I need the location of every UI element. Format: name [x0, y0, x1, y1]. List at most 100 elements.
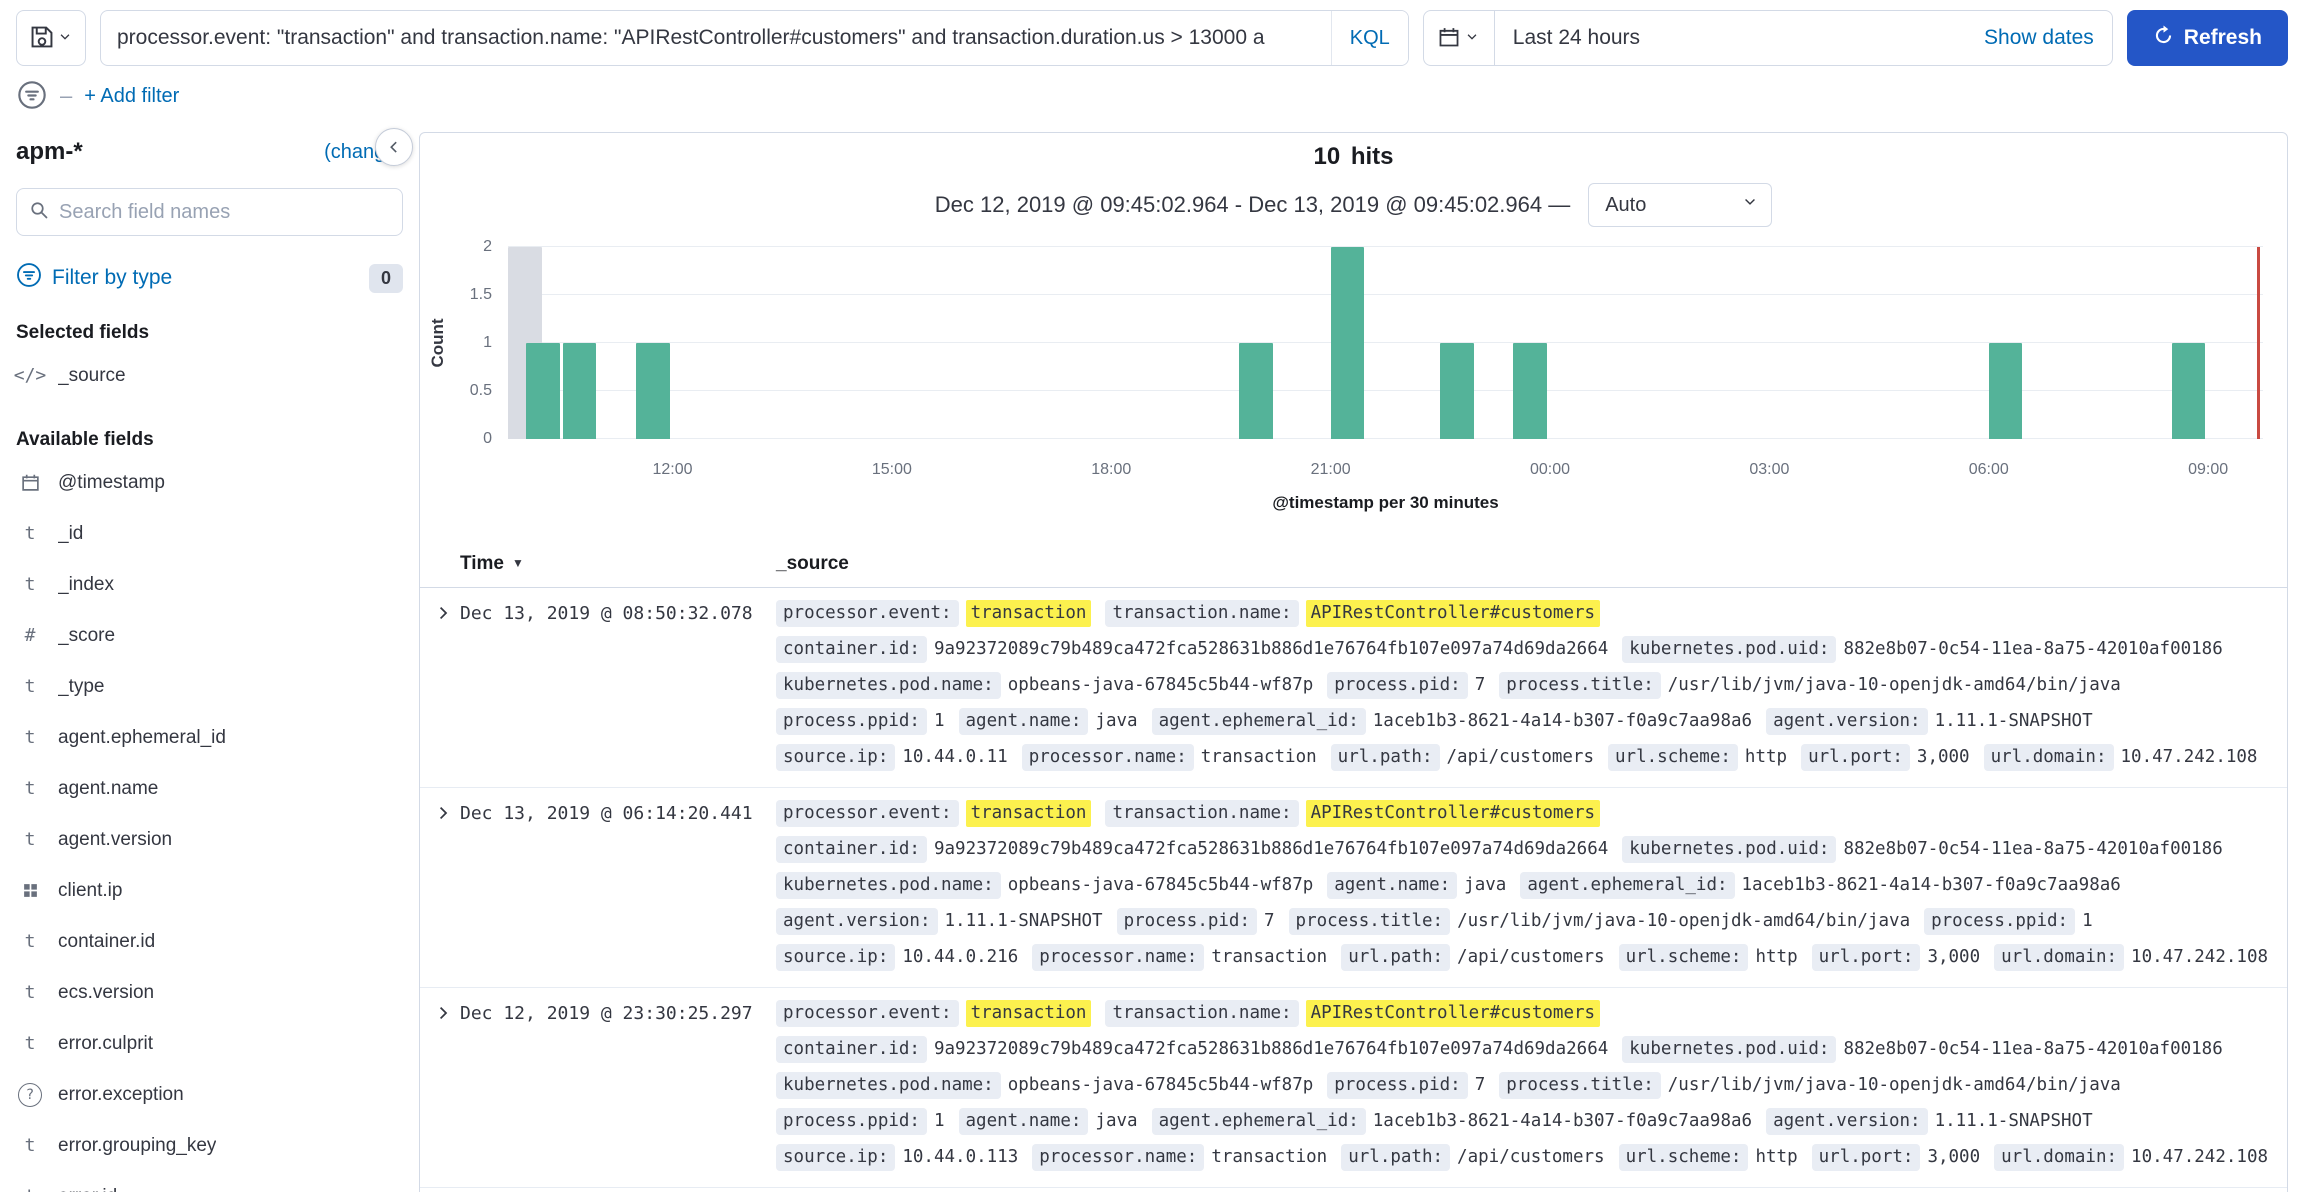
query-language-button[interactable]: KQL [1331, 11, 1408, 65]
field-key-badge: transaction.name: [1105, 600, 1298, 627]
field-item-_index[interactable]: t_index [16, 559, 403, 610]
field-value: 10.44.0.113 [902, 1144, 1018, 1171]
refresh-button[interactable]: Refresh [2127, 10, 2288, 66]
document-field: url.port:3,000 [1812, 944, 1981, 971]
field-key-badge: kubernetes.pod.name: [776, 1072, 1001, 1099]
field-key-badge: agent.version: [1766, 708, 1928, 735]
field-item-_source[interactable]: </>_source [16, 350, 403, 401]
query-bar: KQL Last 24 hours Show dates Refresh [0, 0, 2304, 72]
field-value: transaction [1201, 744, 1317, 771]
field-type-string-icon: t [16, 829, 44, 850]
field-name: error.culprit [58, 1033, 153, 1055]
field-item-agent.version[interactable]: tagent.version [16, 814, 403, 865]
histogram-bar[interactable] [563, 343, 597, 439]
field-value: /usr/lib/jvm/java-10-openjdk-amd64/bin/j… [1457, 908, 1910, 935]
field-value: 10.44.0.216 [902, 944, 1018, 971]
filter-by-type-button[interactable]: Filter by type [16, 262, 172, 294]
source-line: process.ppid:1agent.name:javaagent.ephem… [776, 1108, 2287, 1135]
query-input[interactable] [101, 11, 1408, 65]
expand-row-button[interactable] [432, 1002, 454, 1024]
field-key-badge: processor.event: [776, 1000, 959, 1027]
field-item-client.ip[interactable]: client.ip [16, 865, 403, 916]
field-key-badge: url.path: [1331, 744, 1440, 771]
field-item-error.exception[interactable]: ?error.exception [16, 1069, 403, 1120]
document-field: url.domain:10.47.242.108 [1994, 944, 2268, 971]
histogram-bar[interactable] [1331, 247, 1365, 439]
source-line: processor.event:transactiontransaction.n… [776, 600, 2287, 627]
field-item-_type[interactable]: t_type [16, 661, 403, 712]
field-item-error.id[interactable]: t error.id [16, 1171, 403, 1192]
collapse-sidebar-button[interactable] [375, 128, 413, 166]
field-value: 1aceb1b3-8621-4a14-b307-f0a9c7aa98a6 [1373, 1108, 1752, 1135]
field-key-badge: process.ppid: [1924, 908, 2075, 935]
document-field: kubernetes.pod.name:opbeans-java-67845c5… [776, 872, 1313, 899]
field-item-agent.name[interactable]: tagent.name [16, 763, 403, 814]
source-line: source.ip:10.44.0.216processor.name:tran… [776, 944, 2287, 971]
calendar-icon [1438, 26, 1460, 51]
field-search-box [16, 188, 403, 236]
field-key-badge: container.id: [776, 1036, 927, 1063]
field-value: 7 [1475, 1072, 1486, 1099]
field-type-ip-icon [16, 882, 44, 899]
field-key-badge: url.domain: [1984, 744, 2114, 771]
histogram-bar[interactable] [1239, 343, 1273, 439]
field-key-badge: processor.name: [1022, 744, 1194, 771]
y-axis-tick-label: 2 [444, 238, 492, 256]
field-key-badge: agent.ephemeral_id: [1152, 1108, 1366, 1135]
field-item-_id[interactable]: t_id [16, 508, 403, 559]
time-column-header[interactable]: Time▼ [460, 553, 776, 575]
hits-count: 10 hits [420, 143, 2287, 171]
filter-options-button[interactable] [16, 80, 48, 112]
field-name: ecs.version [58, 982, 154, 1004]
interval-selected-value: Auto [1605, 194, 1646, 217]
source-line: kubernetes.pod.name:opbeans-java-67845c5… [776, 672, 2287, 699]
histogram-bar[interactable] [636, 343, 670, 439]
date-quick-select-button[interactable] [1424, 11, 1495, 65]
histogram-bar[interactable] [1440, 343, 1474, 439]
histogram-bar[interactable] [1513, 343, 1547, 439]
add-filter-button[interactable]: + Add filter [84, 85, 179, 108]
field-key-badge: kubernetes.pod.uid: [1622, 1036, 1836, 1063]
document-field: agent.version:1.11.1-SNAPSHOT [1766, 1108, 2093, 1135]
field-search-input[interactable] [59, 201, 390, 224]
field-key-badge: source.ip: [776, 944, 895, 971]
field-value: 3,000 [1927, 944, 1980, 971]
document-field: url.path:/api/customers [1331, 744, 1594, 771]
field-item-_score[interactable]: #_score [16, 610, 403, 661]
show-dates-button[interactable]: Show dates [1984, 26, 2112, 50]
field-item-@timestamp[interactable]: @timestamp [16, 457, 403, 508]
field-key-badge: process.title: [1289, 908, 1451, 935]
field-item-error.grouping_key[interactable]: terror.grouping_key [16, 1120, 403, 1171]
field-key-badge: url.port: [1812, 944, 1921, 971]
field-value: 882e8b07-0c54-11ea-8a75-42010af00186 [1843, 636, 2222, 663]
field-type-string-icon: t [16, 727, 44, 748]
field-item-container.id[interactable]: tcontainer.id [16, 916, 403, 967]
save-icon [30, 25, 54, 52]
field-name: error.id [58, 1186, 117, 1192]
document-field: kubernetes.pod.uid:882e8b07-0c54-11ea-8a… [1622, 636, 2222, 663]
interval-select[interactable]: Auto [1588, 183, 1772, 227]
histogram-bar[interactable] [2172, 343, 2206, 439]
document-field: process.title:/usr/lib/jvm/java-10-openj… [1289, 908, 1911, 935]
field-value: http [1745, 744, 1787, 771]
field-type-string-icon: t [16, 1186, 44, 1192]
expand-column-header [420, 553, 460, 575]
source-cell: processor.event:transactiontransaction.n… [776, 800, 2287, 971]
histogram-bar[interactable] [1989, 343, 2023, 439]
histogram-bar[interactable] [526, 343, 560, 439]
table-body: Dec 13, 2019 @ 08:50:32.078processor.eve… [420, 588, 2287, 1188]
field-item-agent.ephemeral_id[interactable]: tagent.ephemeral_id [16, 712, 403, 763]
field-value: http [1755, 944, 1797, 971]
field-key-badge: transaction.name: [1105, 1000, 1298, 1027]
field-key-badge: source.ip: [776, 1144, 895, 1171]
field-item-error.culprit[interactable]: terror.culprit [16, 1018, 403, 1069]
field-key-badge: agent.version: [1766, 1108, 1928, 1135]
field-name: _source [58, 365, 126, 387]
expand-row-button[interactable] [432, 802, 454, 824]
document-field: processor.name: transaction [1022, 744, 1317, 771]
expand-row-button[interactable] [432, 602, 454, 624]
document-field: processor.event:transaction [776, 1000, 1091, 1027]
time-range-button[interactable]: Last 24 hours [1495, 26, 1984, 50]
field-item-ecs.version[interactable]: tecs.version [16, 967, 403, 1018]
save-query-button[interactable] [16, 10, 86, 66]
